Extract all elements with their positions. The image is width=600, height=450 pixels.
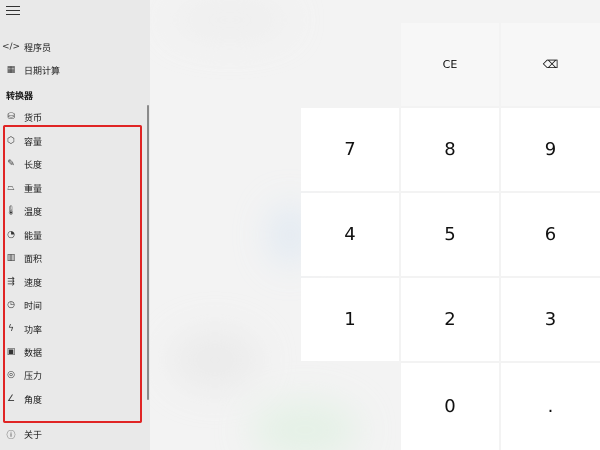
highlight-annotation-box xyxy=(3,125,142,423)
background-blur-blob xyxy=(170,330,260,390)
currency-icon: ⛁ xyxy=(7,112,15,122)
converter-section-header: 转换器 xyxy=(6,92,34,102)
digit-7-button[interactable]: 7 xyxy=(301,108,399,191)
navigation-sidebar: </> 程序员 ▦ 日期计算 转换器 ⛁ 货币 ⬡ 容量 ✎ 长度 ⏢ 重量 🌡… xyxy=(0,0,150,450)
digit-5-button[interactable]: 5 xyxy=(401,193,499,276)
code-icon: </> xyxy=(1,42,21,52)
nav-item-date-calculation[interactable]: ▦ 日期计算 xyxy=(0,59,146,81)
decimal-point-button[interactable]: . xyxy=(501,363,600,450)
calendar-icon: ▦ xyxy=(6,65,16,75)
backspace-button[interactable]: ⌫ xyxy=(501,23,600,106)
nav-item-label: 日期计算 xyxy=(24,66,61,77)
digit-9-button[interactable]: 9 xyxy=(501,108,600,191)
nav-item-label: 货币 xyxy=(24,113,43,124)
sidebar-scrollbar[interactable] xyxy=(147,105,149,400)
nav-item-about[interactable]: ⓘ 关于 xyxy=(0,423,146,445)
nav-item-label: 程序员 xyxy=(24,43,52,54)
digit-3-button[interactable]: 3 xyxy=(501,278,600,361)
clear-entry-button[interactable]: CE xyxy=(401,23,499,106)
digit-2-button[interactable]: 2 xyxy=(401,278,499,361)
digit-1-button[interactable]: 1 xyxy=(301,278,399,361)
hamburger-menu-icon[interactable] xyxy=(6,6,20,18)
background-blur-blob xyxy=(170,0,290,40)
background-blur-blob xyxy=(250,400,360,450)
digit-4-button[interactable]: 4 xyxy=(301,193,399,276)
nav-item-programmer[interactable]: </> 程序员 xyxy=(0,36,146,58)
digit-8-button[interactable]: 8 xyxy=(401,108,499,191)
backspace-icon: ⌫ xyxy=(542,58,559,71)
digit-0-button[interactable]: 0 xyxy=(401,363,499,450)
digit-6-button[interactable]: 6 xyxy=(501,193,600,276)
nav-item-label: 关于 xyxy=(24,430,43,441)
info-icon: ⓘ xyxy=(6,430,16,441)
